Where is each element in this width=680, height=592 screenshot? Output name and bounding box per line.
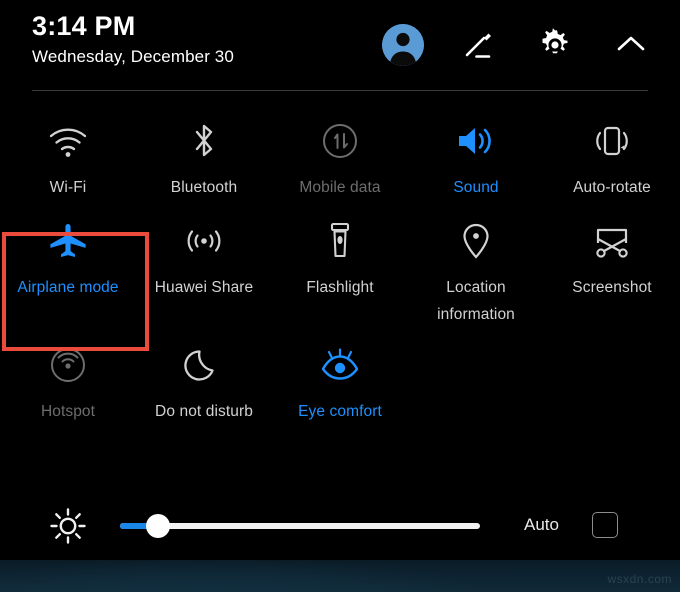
brightness-row: Auto [0, 494, 680, 556]
tile-label: Screenshot [572, 279, 652, 296]
chevron-up-icon [617, 36, 645, 51]
tile-label: Do not disturb [155, 403, 253, 420]
tile-row: Wi-Fi Bluetooth Mobile data Sound Auto-r… [0, 104, 680, 204]
tile-label: Location information [437, 279, 515, 323]
tile-airplane-mode[interactable]: Airplane mode [0, 204, 136, 328]
gear-icon [542, 28, 568, 54]
tile-do-not-disturb[interactable]: Do not disturb [136, 328, 272, 430]
tile-eye-comfort[interactable]: Eye comfort [272, 328, 408, 430]
tile-bluetooth[interactable]: Bluetooth [136, 104, 272, 204]
auto-brightness-checkbox[interactable] [592, 512, 618, 538]
settings-button[interactable] [534, 24, 576, 66]
tile-row: Airplane mode Huawei Share Flashlight Lo… [0, 204, 680, 328]
tile-label: Bluetooth [170, 179, 238, 196]
user-avatar-icon [382, 24, 424, 66]
tile-hotspot[interactable]: Hotspot [0, 328, 136, 430]
clock-time: 3:14 PM [32, 11, 136, 41]
sound-icon [455, 118, 497, 164]
brightness-slider[interactable] [120, 514, 480, 538]
pencil-edit-icon [465, 33, 491, 58]
tile-empty-slot [408, 328, 544, 430]
airplane-icon [46, 218, 90, 264]
location-pin-icon [459, 218, 493, 264]
tile-mobile-data[interactable]: Mobile data [272, 104, 408, 204]
status-header: 3:14 PM Wednesday, December 30 [0, 0, 680, 90]
tile-label: Eye comfort [298, 403, 382, 420]
tile-screenshot[interactable]: Screenshot [544, 204, 680, 328]
screenshot-scissors-icon [589, 218, 635, 264]
quick-tiles-grid: Wi-Fi Bluetooth Mobile data Sound Auto-r… [0, 104, 680, 430]
collapse-button[interactable] [610, 24, 652, 66]
clock-block: 3:14 PM Wednesday, December 30 [32, 10, 234, 68]
wallpaper-strip [0, 560, 680, 592]
tile-flashlight[interactable]: Flashlight [272, 204, 408, 328]
auto-rotate-icon [589, 118, 635, 164]
huawei-share-icon [181, 218, 227, 264]
bluetooth-icon [187, 118, 221, 164]
edit-button[interactable] [458, 24, 500, 66]
tile-label: Airplane mode [17, 279, 119, 296]
tile-label: Auto-rotate [573, 179, 651, 196]
tile-label: Huawei Share [154, 279, 254, 296]
watermark: wsxdn.com [607, 572, 672, 586]
brightness-slider-thumb[interactable] [146, 514, 170, 538]
tile-auto-rotate[interactable]: Auto-rotate [544, 104, 680, 204]
tile-label: Hotspot [40, 403, 96, 420]
tile-label: Flashlight [306, 279, 374, 296]
tile-label: Wi-Fi [49, 179, 87, 196]
tile-wifi[interactable]: Wi-Fi [0, 104, 136, 204]
tile-row: Hotspot Do not disturb Eye comfort [0, 328, 680, 430]
tile-sound[interactable]: Sound [408, 104, 544, 204]
header-actions [382, 24, 652, 66]
wifi-icon [45, 118, 91, 164]
tile-empty-slot [544, 328, 680, 430]
tile-huawei-share[interactable]: Huawei Share [136, 204, 272, 328]
brightness-slider-track[interactable] [120, 523, 480, 529]
flashlight-icon [323, 218, 357, 264]
header-divider [32, 90, 648, 91]
mobile-data-icon [319, 118, 361, 164]
quick-settings-panel: 3:14 PM Wednesday, December 30 Wi-Fi Blu… [0, 0, 680, 592]
user-avatar-button[interactable] [382, 24, 424, 66]
clock-date: Wednesday, December 30 [32, 47, 234, 66]
tile-label: Mobile data [299, 179, 381, 196]
tile-label: Sound [453, 179, 499, 196]
hotspot-icon [47, 342, 89, 388]
auto-brightness-label: Auto [524, 515, 559, 534]
eye-comfort-icon [317, 342, 363, 388]
tile-location-information[interactable]: Location information [408, 204, 544, 328]
moon-icon [184, 342, 224, 388]
brightness-sun-icon[interactable] [48, 506, 88, 546]
